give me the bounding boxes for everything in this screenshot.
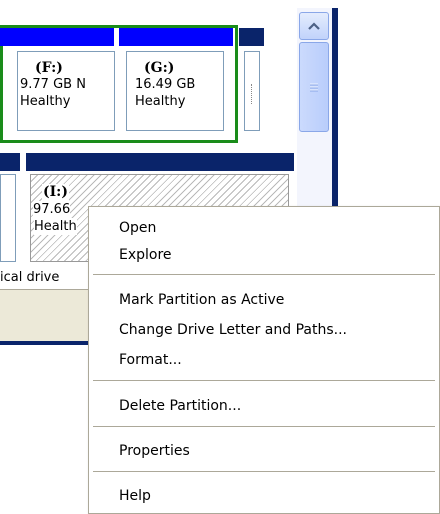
partition-f[interactable]: (F:) 9.77 GB N Healthy — [17, 51, 115, 131]
legend-logical-drive: ical drive — [0, 267, 90, 289]
partition-row2-left[interactable] — [0, 174, 16, 262]
scroll-thumb[interactable] — [299, 42, 329, 132]
partition-i-title: (I:) — [43, 184, 68, 200]
partition-g-status: Healthy — [135, 94, 186, 109]
partition-bar-g — [119, 28, 233, 46]
partition-f-size: 9.77 GB N — [20, 77, 86, 92]
partition-g-title: (G:) — [144, 60, 175, 76]
menu-item-help[interactable]: Help — [119, 483, 429, 509]
menu-separator — [93, 471, 435, 472]
menu-item-explore[interactable]: Explore — [119, 242, 429, 268]
partition-h[interactable] — [244, 51, 260, 131]
partition-f-status: Healthy — [20, 94, 71, 109]
partition-g-size: 16.49 GB — [135, 77, 196, 92]
up-chevron-icon — [308, 22, 320, 30]
partition-bar-h — [239, 28, 264, 46]
menu-item-mark-active[interactable]: Mark Partition as Active — [119, 287, 429, 313]
menu-separator — [93, 380, 435, 381]
partition-bar-e — [0, 28, 114, 46]
partition-i-size: 97.66 — [33, 201, 71, 218]
legend-logical-drive-label: ical drive — [0, 270, 60, 285]
menu-item-open[interactable]: Open — [119, 215, 429, 241]
grip-icon — [310, 83, 318, 91]
scroll-up-button[interactable] — [299, 12, 329, 40]
partition-bar-row2-left — [0, 153, 20, 171]
menu-item-properties[interactable]: Properties — [119, 438, 429, 464]
partition-f-title: (F:) — [35, 60, 63, 76]
menu-item-change-drive-letter[interactable]: Change Drive Letter and Paths... — [119, 317, 429, 343]
menu-separator — [93, 426, 435, 427]
partition-i-status: Health — [34, 218, 77, 235]
partition-h-truncated-text — [251, 84, 252, 104]
context-menu: Open Explore Mark Partition as Active Ch… — [88, 206, 440, 514]
menu-item-format[interactable]: Format... — [119, 347, 429, 373]
menu-separator — [93, 274, 435, 275]
menu-item-delete-partition[interactable]: Delete Partition... — [119, 393, 429, 419]
partition-bar-i — [26, 153, 294, 171]
partition-g[interactable]: (G:) 16.49 GB Healthy — [126, 51, 224, 131]
